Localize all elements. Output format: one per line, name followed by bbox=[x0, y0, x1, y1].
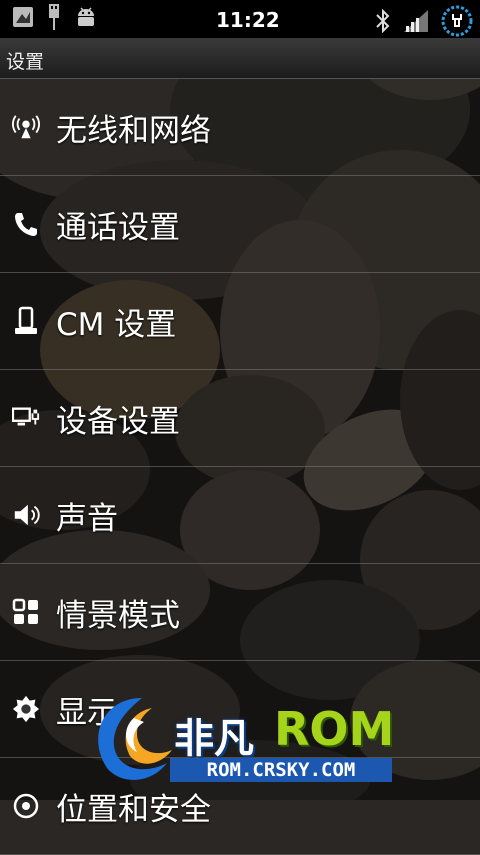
settings-item-label: CM 设置 bbox=[56, 306, 177, 343]
settings-item-label: 声音 bbox=[56, 500, 118, 537]
settings-item-label: 位置和安全 bbox=[56, 791, 211, 828]
signal-icon bbox=[402, 8, 430, 38]
watermark-brand-cn: 非凡 bbox=[174, 716, 254, 762]
settings-item-label: 无线和网络 bbox=[56, 112, 211, 149]
clock: 11:22 bbox=[216, 8, 280, 32]
settings-item-label: 设备设置 bbox=[56, 403, 180, 440]
settings-item-label: 通话设置 bbox=[56, 209, 180, 246]
settings-item-sound[interactable]: 声音 bbox=[0, 467, 480, 564]
logo-swirl-icon bbox=[98, 698, 172, 780]
phone-icon bbox=[12, 210, 40, 238]
settings-item-profiles[interactable]: 情景模式 bbox=[0, 564, 480, 661]
grid-icon bbox=[12, 598, 40, 626]
settings-item-wireless[interactable]: 无线和网络 bbox=[0, 79, 480, 176]
watermark-url: ROM.CRSKY.COM bbox=[170, 758, 392, 782]
settings-item-call[interactable]: 通话设置 bbox=[0, 176, 480, 273]
watermark-logo: 非凡 ROM ROM.CRSKY.COM bbox=[82, 688, 402, 788]
usb-icon bbox=[46, 2, 62, 36]
brightness-icon bbox=[12, 695, 40, 723]
monitor-plug-icon bbox=[12, 404, 40, 432]
image-icon bbox=[12, 6, 34, 32]
location-icon bbox=[12, 792, 40, 820]
settings-item-cm[interactable]: CM 设置 bbox=[0, 273, 480, 370]
android-debug-icon bbox=[74, 5, 98, 33]
title-bar: 设置 bbox=[0, 38, 480, 79]
device-icon bbox=[12, 306, 40, 335]
bluetooth-icon bbox=[374, 8, 392, 38]
settings-item-device[interactable]: 设备设置 bbox=[0, 370, 480, 467]
battery-charging-icon bbox=[440, 4, 474, 42]
watermark-brand-en: ROM bbox=[274, 702, 395, 756]
speaker-icon bbox=[12, 501, 40, 529]
wireless-icon bbox=[12, 113, 40, 141]
status-bar: 11:22 bbox=[0, 0, 480, 38]
settings-item-label: 情景模式 bbox=[56, 597, 180, 634]
page-title: 设置 bbox=[6, 51, 45, 73]
